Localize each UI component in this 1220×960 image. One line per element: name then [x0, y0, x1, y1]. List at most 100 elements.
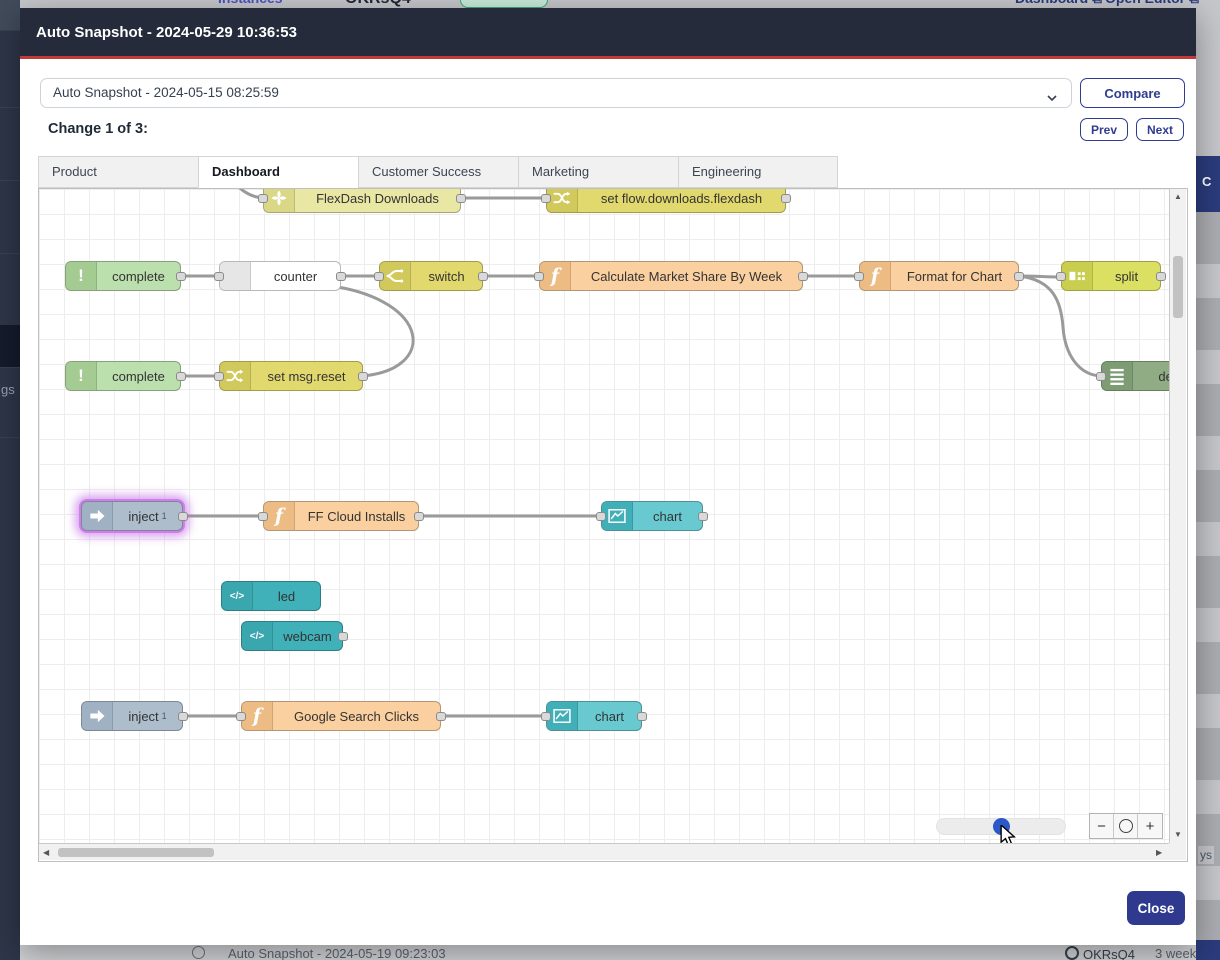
node-inject-1[interactable]: inject1	[81, 501, 183, 531]
output-port[interactable]	[414, 512, 424, 521]
chart-icon	[602, 502, 633, 530]
node-label: split	[1093, 262, 1160, 290]
dialog-title: Auto Snapshot - 2024-05-29 10:36:53	[36, 24, 297, 41]
compare-button[interactable]: Compare	[1080, 78, 1185, 108]
input-port[interactable]	[541, 194, 551, 203]
change-icon	[220, 362, 251, 390]
input-port[interactable]	[534, 272, 544, 281]
node-inject-2[interactable]: inject1	[81, 701, 183, 731]
output-port[interactable]	[176, 372, 186, 381]
background-footer-bar	[1196, 940, 1220, 960]
node-switch[interactable]: switch	[379, 261, 483, 291]
input-port[interactable]	[214, 272, 224, 281]
screen: Instances OKRsQ4 Dashboard ⧉ Open Editor…	[0, 0, 1220, 960]
horizontal-scrollbar[interactable]: ◀ ▶	[39, 843, 1169, 860]
tab-marketing[interactable]: Marketing	[518, 156, 678, 188]
output-port[interactable]	[798, 272, 808, 281]
input-port[interactable]	[541, 712, 551, 721]
scroll-up-icon[interactable]: ▲	[1174, 192, 1182, 201]
zoom-slider-thumb[interactable]	[993, 818, 1010, 835]
change-counter: Change 1 of 3: 'inject ¹' property 'once…	[48, 121, 148, 137]
node-set-flow-downloads-flexdash[interactable]: set flow.downloads.flexdash	[546, 189, 786, 213]
node-chart-1[interactable]: chart	[601, 501, 703, 531]
node-split[interactable]: split	[1061, 261, 1161, 291]
output-port[interactable]	[1014, 272, 1024, 281]
output-port[interactable]	[1156, 272, 1166, 281]
scroll-left-icon[interactable]: ◀	[43, 848, 49, 857]
flow-canvas[interactable]: FlexDash Downloads set flow.downloads.fle…	[39, 189, 1169, 843]
node-label: inject1	[113, 502, 182, 530]
zoom-in-button[interactable]: +	[1138, 814, 1162, 838]
background-duration-fragment: 3 weeks 4 d	[1155, 946, 1196, 960]
node-calculate-market-share-by-week[interactable]: fCalculate Market Share By Week	[539, 261, 803, 291]
node-led[interactable]: </>led	[221, 581, 321, 611]
node-flexdash-downloads[interactable]: FlexDash Downloads	[263, 189, 461, 213]
vertical-scrollbar-thumb[interactable]	[1173, 256, 1183, 318]
instances-breadcrumb[interactable]: Instances	[218, 0, 283, 6]
node-label: Calculate Market Share By Week	[571, 262, 802, 290]
close-button[interactable]: Close	[1127, 891, 1185, 925]
scroll-down-icon[interactable]: ▼	[1174, 830, 1182, 839]
input-port[interactable]	[1096, 372, 1106, 381]
input-port[interactable]	[374, 272, 384, 281]
snapshot-compare-dialog: Auto Snapshot - 2024-05-29 10:36:53 Auto…	[20, 8, 1196, 945]
background-right: C ys	[1196, 8, 1220, 960]
output-port[interactable]	[336, 272, 346, 281]
tab-dashboard[interactable]: Dashboard	[198, 156, 358, 188]
output-port[interactable]	[456, 194, 466, 203]
sidebar-item	[0, 253, 20, 326]
node-complete-2[interactable]: !complete	[65, 361, 181, 391]
node-chart-2[interactable]: chart	[546, 701, 642, 731]
inject-icon	[82, 702, 113, 730]
sidebar-item	[0, 30, 20, 108]
open-editor-button[interactable]: Open Editor ⧉	[1105, 0, 1199, 7]
horizontal-scrollbar-thumb[interactable]	[58, 848, 214, 857]
background-days-fragment: ys	[1198, 846, 1214, 864]
chevron-down-icon	[1045, 87, 1059, 115]
node-webcam[interactable]: </>webcam	[241, 621, 343, 651]
output-port[interactable]	[358, 372, 368, 381]
node-format-for-chart[interactable]: fFormat for Chart	[859, 261, 1019, 291]
dashboard-button[interactable]: Dashboard ⧉	[1015, 0, 1102, 7]
input-port[interactable]	[258, 194, 268, 203]
output-port[interactable]	[698, 512, 708, 521]
change-icon	[547, 189, 578, 212]
output-port[interactable]	[176, 272, 186, 281]
vertical-scrollbar[interactable]: ▲ ▼	[1169, 189, 1186, 843]
zoom-reset-button[interactable]	[1114, 814, 1138, 838]
tab-customer-success[interactable]: Customer Success	[358, 156, 518, 188]
prev-button[interactable]: Prev	[1080, 118, 1128, 141]
background-topbar: Instances OKRsQ4 Dashboard ⧉ Open Editor…	[20, 0, 1220, 8]
node-google-search-clicks[interactable]: fGoogle Search Clicks	[241, 701, 441, 731]
node-label: webcam	[273, 622, 342, 650]
scroll-right-icon[interactable]: ▶	[1156, 848, 1162, 857]
tab-product[interactable]: Product	[38, 156, 198, 188]
output-port[interactable]	[178, 512, 188, 521]
sidebar-item-selected	[0, 325, 20, 368]
snapshot-select[interactable]: Auto Snapshot - 2024-05-15 08:25:59	[40, 78, 1072, 108]
function-icon: f	[540, 262, 571, 290]
output-port[interactable]	[637, 712, 647, 721]
tab-engineering[interactable]: Engineering	[678, 156, 838, 188]
exclamation-icon: !	[66, 262, 97, 290]
zoom-out-button[interactable]: −	[1090, 814, 1114, 838]
input-port[interactable]	[1056, 272, 1066, 281]
node-complete-1[interactable]: !complete	[65, 261, 181, 291]
node-counter[interactable]: counter	[219, 261, 341, 291]
input-port[interactable]	[214, 372, 224, 381]
input-port[interactable]	[258, 512, 268, 521]
node-label: Format for Chart	[891, 262, 1018, 290]
node-ff-cloud-installs[interactable]: fFF Cloud Installs	[263, 501, 419, 531]
output-port[interactable]	[781, 194, 791, 203]
output-port[interactable]	[338, 632, 348, 641]
sidebar-item	[0, 107, 20, 181]
input-port[interactable]	[236, 712, 246, 721]
input-port[interactable]	[596, 512, 606, 521]
next-button[interactable]: Next	[1136, 118, 1184, 141]
node-set-msg-reset[interactable]: set msg.reset	[219, 361, 363, 391]
node-debug[interactable]: debug	[1101, 361, 1169, 391]
output-port[interactable]	[478, 272, 488, 281]
input-port[interactable]	[854, 272, 864, 281]
output-port[interactable]	[436, 712, 446, 721]
output-port[interactable]	[178, 712, 188, 721]
